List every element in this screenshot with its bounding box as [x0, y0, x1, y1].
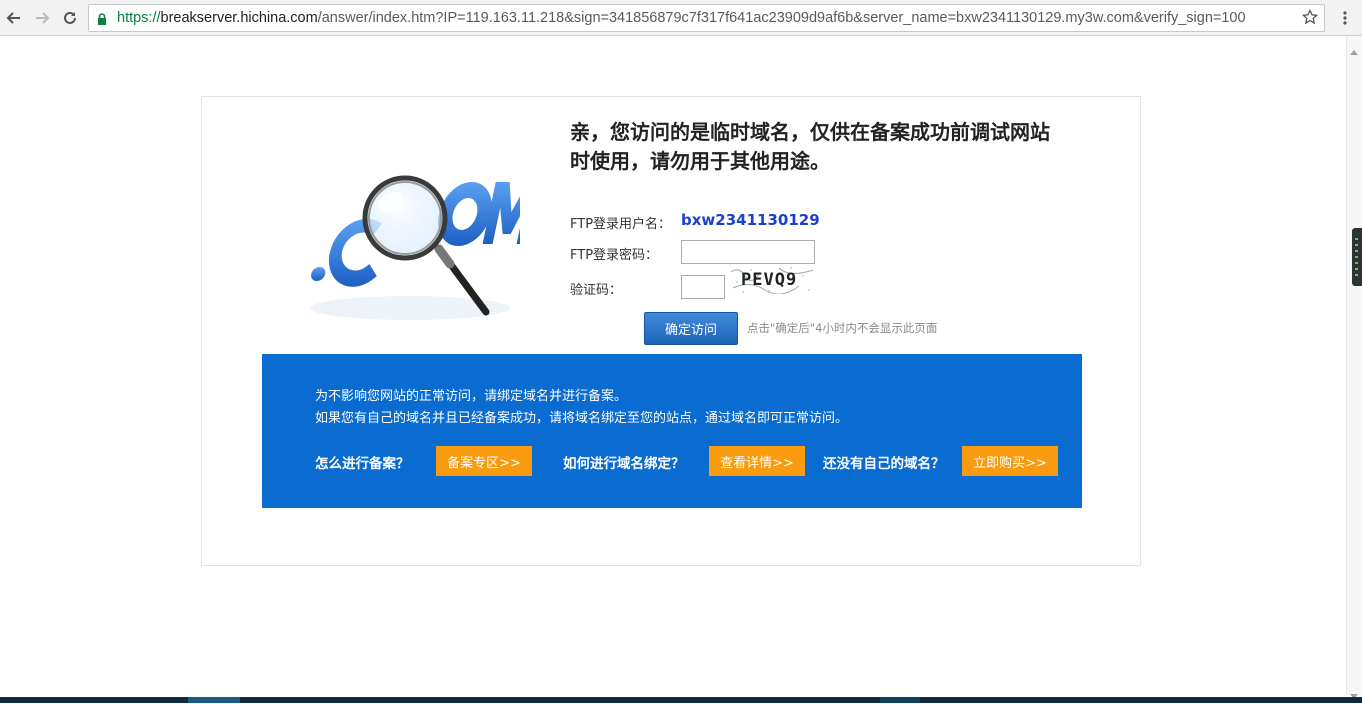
url-host: breakserver.hichina.com: [160, 10, 318, 26]
panel-line-2: 如果您有自己的域名并且已经备案成功，请将域名绑定至您的站点，通过域名即可正常访问…: [315, 411, 849, 426]
ftp-password-input[interactable]: [681, 240, 815, 264]
confirm-visit-button[interactable]: 确定访问: [644, 312, 738, 345]
side-widget-tab[interactable]: [1352, 228, 1362, 286]
buy-now-button[interactable]: 立即购买>>: [962, 446, 1058, 476]
captcha-text: PEVQ9: [741, 270, 797, 290]
panel-line-1: 为不影响您网站的正常访问，请绑定域名并进行备案。: [315, 389, 628, 404]
page-scrollbar[interactable]: [1346, 36, 1362, 694]
url-scheme: https://: [117, 10, 161, 26]
star-icon[interactable]: [1301, 8, 1319, 29]
scroll-up-icon[interactable]: [1350, 40, 1358, 59]
lock-icon: [97, 11, 107, 30]
how-to-bind-question: 如何进行域名绑定？: [563, 456, 685, 472]
confirm-hint-text: 点击"确定后"4小时内不会显示此页面: [747, 321, 938, 335]
captcha-image[interactable]: PEVQ9: [729, 264, 817, 294]
url-path: /answer/index.htm?IP=119.163.11.218&sign…: [317, 10, 1246, 26]
headline-line-1: 亲，您访问的是临时域名，仅供在备案成功前调试网站: [570, 120, 1050, 144]
view-details-button[interactable]: 查看详情>>: [709, 446, 805, 476]
reload-icon[interactable]: [58, 6, 82, 30]
no-domain-question: 还没有自己的域名？: [823, 456, 945, 472]
address-bar[interactable]: https://breakserver.hichina.com/answer/i…: [88, 4, 1325, 32]
os-taskbar: [0, 697, 1362, 703]
notice-headline: 亲，您访问的是临时域名，仅供在备案成功前调试网站 时使用，请勿用于其他用途。: [570, 118, 1070, 176]
info-panel: [262, 354, 1082, 508]
captcha-input[interactable]: [681, 275, 725, 299]
url-text: https://breakserver.hichina.com/answer/i…: [117, 5, 1287, 31]
ftp-username-label: FTP登录用户名：: [570, 217, 672, 232]
how-to-file-question: 怎么进行备案？: [315, 456, 410, 472]
menu-icon[interactable]: [1336, 6, 1354, 30]
captcha-label: 验证码：: [570, 283, 623, 298]
forward-icon[interactable]: [30, 6, 54, 30]
browser-toolbar: https://breakserver.hichina.com/answer/i…: [0, 0, 1362, 36]
domain-logo-image: [310, 175, 520, 320]
ftp-password-label: FTP登录密码：: [570, 248, 659, 263]
filing-zone-button[interactable]: 备案专区>>: [436, 446, 532, 476]
back-icon[interactable]: [2, 6, 26, 30]
headline-line-2: 时使用，请勿用于其他用途。: [570, 149, 830, 173]
ftp-username-value: bxw2341130129: [681, 211, 820, 229]
